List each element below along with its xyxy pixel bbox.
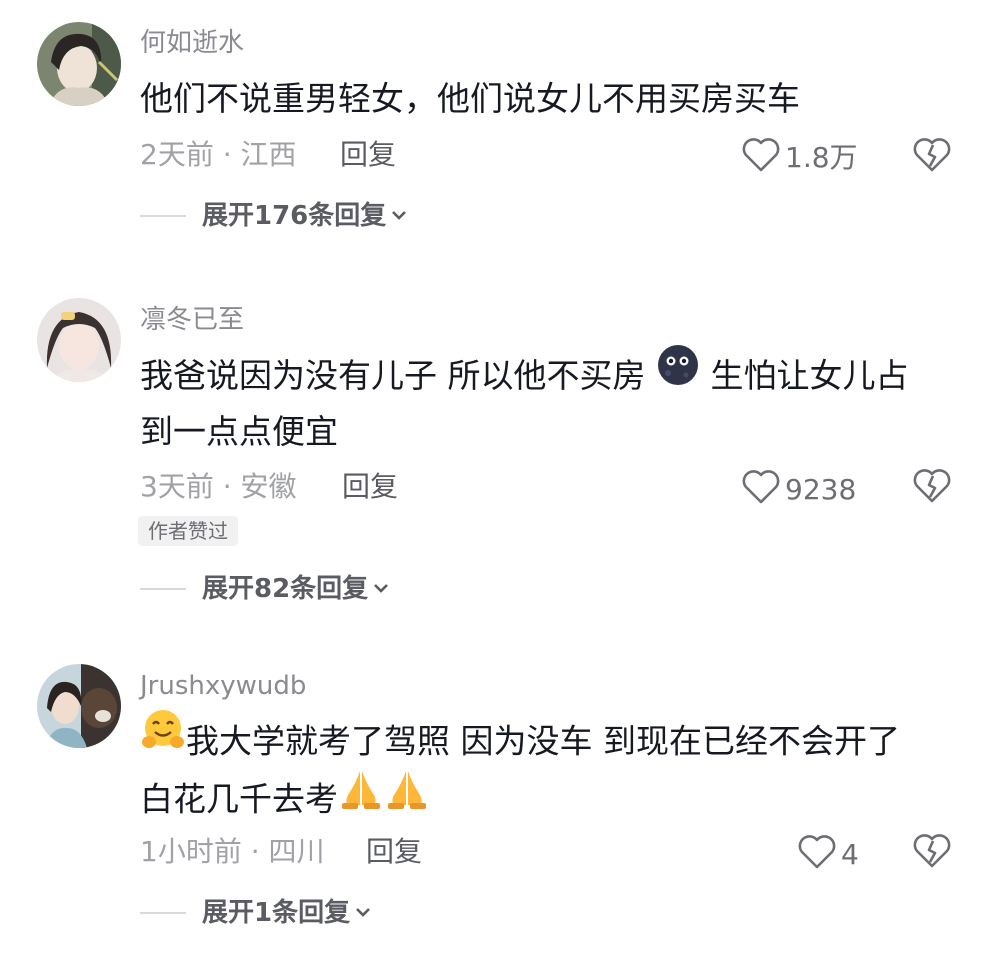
comment-text: 白花几千去考 xyxy=(140,768,950,834)
chevron-down-icon xyxy=(372,580,390,599)
reply-button[interactable]: 回复 xyxy=(342,473,398,501)
like-count: 9238 xyxy=(785,472,857,506)
dislike-button[interactable] xyxy=(912,136,952,178)
comment-text: 到一点点便宜 xyxy=(140,401,950,463)
time-location: 2天前 · 江西 xyxy=(140,138,297,171)
dislike-button[interactable] xyxy=(912,467,952,509)
expand-replies[interactable]: 展开176条回复 xyxy=(140,203,408,229)
comment-text-line: 到一点点便宜 xyxy=(140,412,338,451)
broken-heart-icon xyxy=(912,469,952,509)
expand-replies-label: 展开1条回复 xyxy=(202,898,351,928)
heart-outline-icon xyxy=(741,137,781,178)
reply-button[interactable]: 回复 xyxy=(340,141,396,169)
dislike-button[interactable] xyxy=(912,832,952,874)
avatar[interactable] xyxy=(37,22,121,106)
comment-text: 我大学就考了驾照 因为没车 到现在已经不会开了 xyxy=(140,710,950,776)
username[interactable]: 凛冬已至 xyxy=(140,307,244,333)
chevron-down-icon xyxy=(354,904,372,923)
expand-replies-label: 展开82条回复 xyxy=(202,574,369,604)
avatar[interactable] xyxy=(37,664,121,748)
divider xyxy=(140,588,186,590)
expand-replies[interactable]: 展开1条回复 xyxy=(140,900,372,926)
hugging-face-emoji xyxy=(140,707,186,773)
divider xyxy=(140,215,186,217)
author-liked-badge: 作者赞过 xyxy=(138,516,238,546)
comment-text-line: 我爸说因为没有儿子 所以他不买房 xyxy=(140,356,656,395)
like-button[interactable]: 1.8万 xyxy=(741,137,858,178)
comment-text-line: 我大学就考了驾照 因为没车 到现在已经不会开了 xyxy=(186,721,900,761)
comment-text-line: 他们不说重男轻女，他们说女儿不用买房买车 xyxy=(140,79,800,118)
expand-replies-label: 展开176条回复 xyxy=(202,201,387,231)
time-location: 1小时前 · 四川 xyxy=(140,835,325,868)
moon-face-emoji xyxy=(656,343,700,407)
time-location: 3天前 · 安徽 xyxy=(140,470,297,503)
username[interactable]: Jrushxywudb xyxy=(140,673,306,699)
heart-outline-icon xyxy=(741,469,781,510)
like-count: 1.8万 xyxy=(785,140,858,174)
like-button[interactable]: 4 xyxy=(797,834,859,875)
reply-button[interactable]: 回复 xyxy=(366,838,422,866)
comment-text-line: 生怕让女儿占 xyxy=(699,356,909,395)
avatar[interactable] xyxy=(37,298,121,382)
heart-outline-icon xyxy=(797,834,837,875)
username[interactable]: 何如逝水 xyxy=(140,30,244,56)
comment-text: 我爸说因为没有儿子 所以他不买房 生怕让女儿占 xyxy=(140,343,950,410)
expand-replies[interactable]: 展开82条回复 xyxy=(140,576,390,602)
broken-heart-icon xyxy=(912,834,952,874)
like-button[interactable]: 9238 xyxy=(741,469,856,510)
chevron-down-icon xyxy=(390,207,408,226)
like-count: 4 xyxy=(841,837,859,871)
comment-text: 他们不说重男轻女，他们说女儿不用买房买车 xyxy=(140,68,950,130)
divider xyxy=(140,912,186,914)
folded-hands-emoji xyxy=(384,765,430,831)
broken-heart-icon xyxy=(912,138,952,178)
comment-text-line: 白花几千去考 xyxy=(140,779,338,819)
folded-hands-emoji xyxy=(338,765,384,831)
